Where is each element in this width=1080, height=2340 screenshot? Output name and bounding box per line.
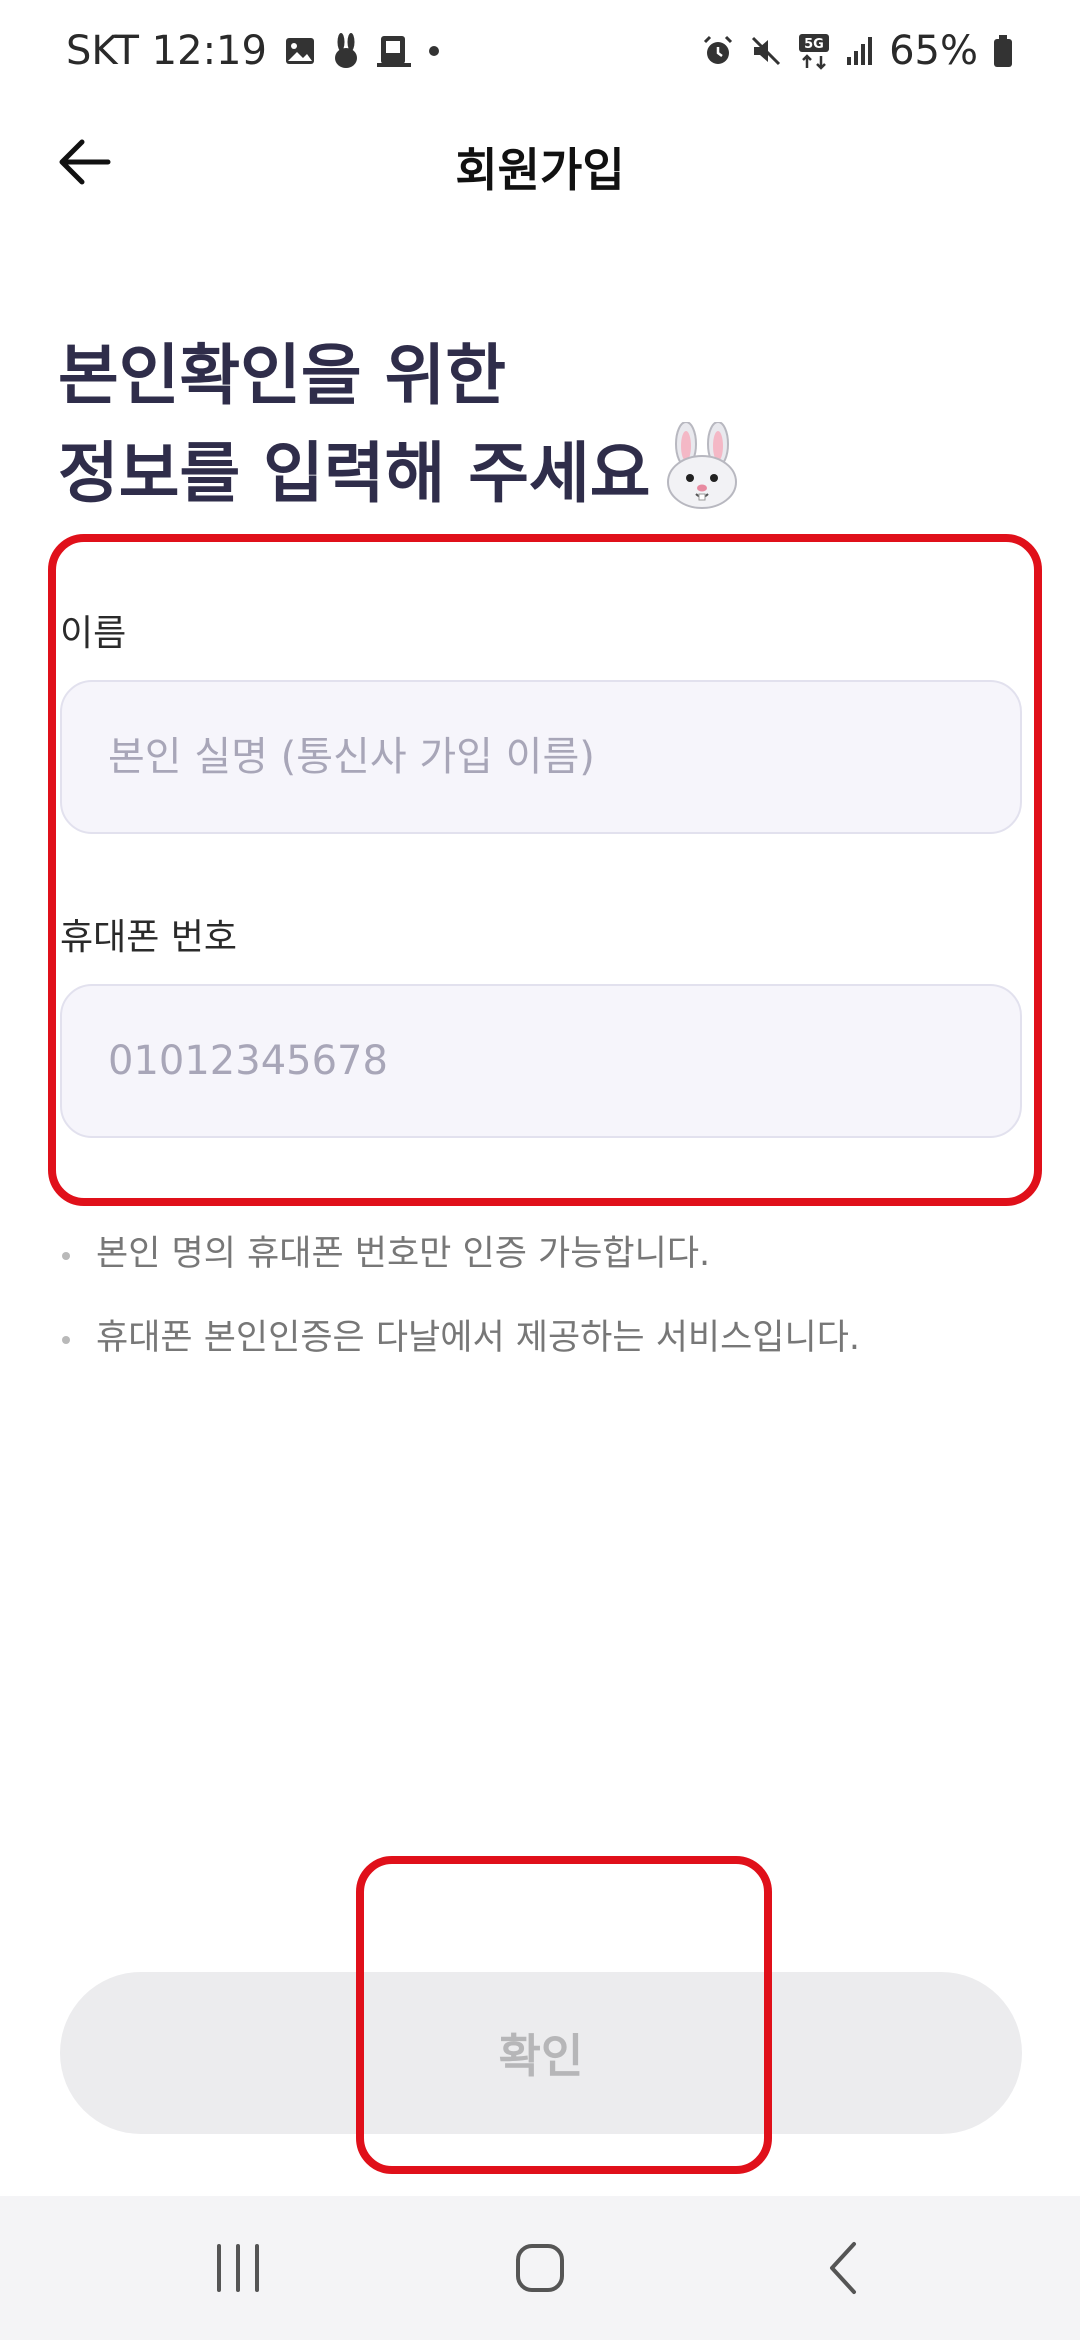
heading-line-2: 정보를 입력해 주세요 [58, 421, 744, 534]
network-5g-icon: 5G [797, 32, 831, 70]
note-item: 본인 명의 휴대폰 번호만 인증 가능합니다. [62, 1226, 860, 1282]
carrier-time: SKT 12:19 [66, 28, 267, 74]
home-icon [516, 2244, 564, 2292]
notification-icons [283, 33, 441, 69]
note-text: 본인 명의 휴대폰 번호만 인증 가능합니다. [96, 1234, 711, 1274]
recents-button[interactable] [190, 2232, 286, 2304]
app-bar: 회원가입 [0, 112, 1080, 212]
page-title: 회원가입 [455, 143, 625, 197]
home-button[interactable] [492, 2232, 588, 2304]
rabbit-face-icon [660, 421, 744, 534]
battery-icon [992, 34, 1014, 68]
dot-icon [427, 44, 441, 58]
bullet-icon [62, 1252, 70, 1260]
phone-label: 휴대폰 번호 [60, 917, 238, 958]
confirm-button[interactable]: 확인 [60, 1972, 1022, 2134]
chevron-left-icon [830, 2242, 856, 2294]
status-left: SKT 12:19 [66, 28, 441, 74]
status-right: 5G 65% [701, 28, 1014, 74]
confirm-button-label: 확인 [498, 2029, 584, 2083]
system-nav-bar [0, 2196, 1080, 2340]
nav-back-button[interactable] [796, 2232, 892, 2304]
name-input[interactable] [60, 680, 1022, 834]
alarm-icon [701, 34, 735, 68]
signal-icon [845, 35, 875, 67]
rabbit-icon [331, 33, 361, 69]
phone-app-icon [375, 33, 413, 69]
heading-line-1: 본인확인을 위한 [58, 337, 507, 414]
recents-icon [217, 2244, 259, 2292]
battery-percent: 65% [889, 28, 978, 74]
phone-input[interactable] [60, 984, 1022, 1138]
name-label: 이름 [60, 613, 127, 654]
heading: 본인확인을 위한 정보를 입력해 주세요 [58, 330, 744, 534]
notes-list: 본인 명의 휴대폰 번호만 인증 가능합니다. 휴대폰 본인인증은 다날에서 제… [62, 1226, 860, 1394]
svg-text:5G: 5G [804, 37, 824, 52]
image-icon [283, 34, 317, 68]
bullet-icon [62, 1336, 70, 1344]
mute-icon [749, 34, 783, 68]
status-bar: SKT 12:19 5G 65% [0, 0, 1080, 112]
note-item: 휴대폰 본인인증은 다날에서 제공하는 서비스입니다. [62, 1310, 860, 1366]
heading-line-2-text: 정보를 입력해 주세요 [58, 435, 651, 513]
note-text: 휴대폰 본인인증은 다날에서 제공하는 서비스입니다. [96, 1318, 861, 1358]
